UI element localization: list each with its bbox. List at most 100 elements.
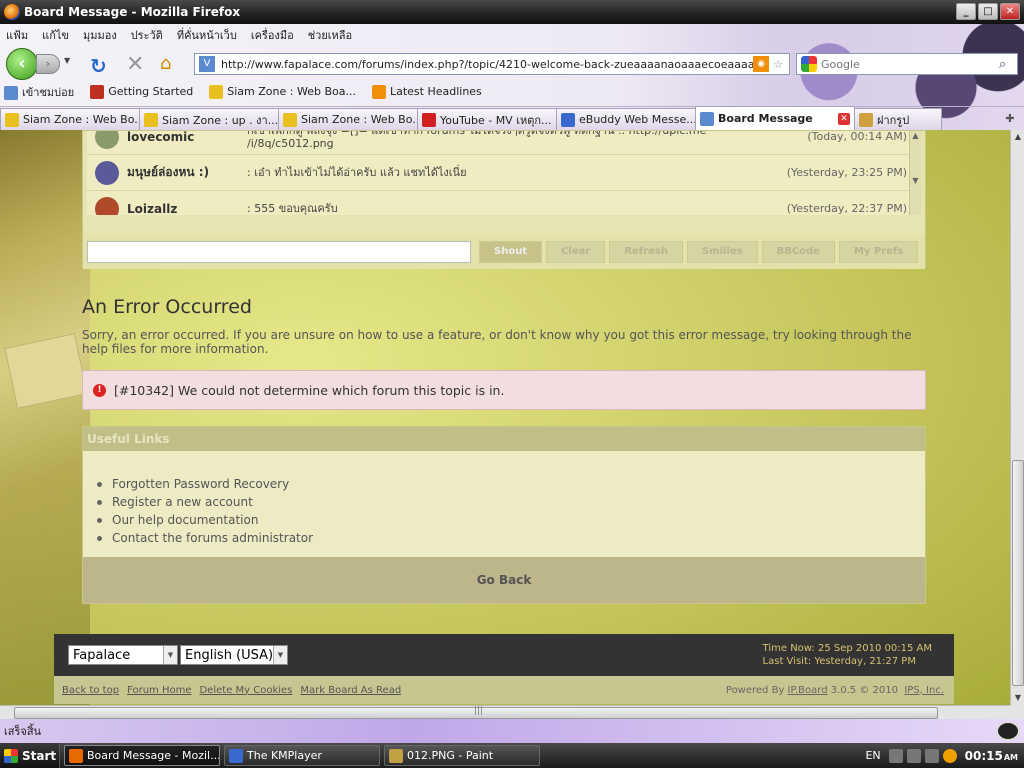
delete-cookies-link[interactable]: Delete My Cookies	[199, 685, 292, 696]
language-select[interactable]: English (USA) ▼	[180, 645, 288, 665]
mark-board-read-link[interactable]: Mark Board As Read	[300, 685, 401, 696]
clock-ampm: AM	[1003, 752, 1018, 762]
tab-favicon-icon	[859, 112, 873, 127]
shoutbox-scrollbar[interactable]: ▲ ▼	[909, 131, 921, 215]
close-tab-icon[interactable]: ✕	[838, 112, 850, 125]
taskbar-task-2[interactable]: 012.PNG - Paint	[384, 745, 540, 766]
smilies-button[interactable]: Smilies	[686, 241, 758, 263]
bookmark-most-visited[interactable]: เข้าชมบ่อย	[4, 83, 74, 101]
status-addon-icon[interactable]	[996, 721, 1020, 741]
tab-1[interactable]: Siam Zone : up . งา...	[139, 108, 279, 130]
shout-input[interactable]	[87, 241, 471, 263]
shout-author[interactable]: Loizallz	[127, 202, 247, 216]
ips-link[interactable]: IPS, Inc.	[904, 685, 944, 696]
link-register-account[interactable]: Register a new account	[97, 493, 925, 511]
scroll-up-icon[interactable]: ▲	[1011, 130, 1024, 144]
taskbar-task-1[interactable]: The KMPlayer	[224, 745, 380, 766]
go-back-button[interactable]: Go Back	[83, 557, 925, 603]
shout-author[interactable]: มนุษย์ล่องหน :)	[127, 163, 247, 182]
search-bar[interactable]: ⌕	[796, 53, 1018, 75]
site-favicon-icon: V	[199, 56, 215, 72]
taskbar: Start Board Message - Mozil... The KMPlay…	[0, 743, 1024, 768]
browser-chrome: แฟ้ม แก้ไข มุมมอง ประวัติ ที่คั่นหน้าเว็…	[0, 24, 1024, 130]
tray-icons	[888, 748, 957, 763]
skin-select[interactable]: Fapalace ▼	[68, 645, 178, 665]
task-app-icon	[389, 748, 403, 763]
url-text[interactable]: http://www.fapalace.com/forums/index.php…	[221, 58, 753, 71]
history-dropdown-icon[interactable]: ▼	[64, 56, 70, 65]
powered-by: Powered By IP.Board 3.0.5 © 2010 IPS, In…	[726, 685, 944, 696]
clock: 00:15AM	[965, 749, 1018, 763]
scroll-down-icon[interactable]: ▼	[1011, 691, 1024, 705]
refresh-button[interactable]: Refresh	[609, 241, 683, 263]
google-engine-icon[interactable]	[801, 56, 817, 72]
clear-button[interactable]: Clear	[546, 241, 606, 263]
ipboard-link[interactable]: IP.Board	[788, 685, 828, 696]
bookmark-latest-headlines[interactable]: Latest Headlines	[371, 85, 482, 99]
my-prefs-button[interactable]: My Prefs	[839, 241, 919, 263]
user-avatar[interactable]	[95, 131, 119, 149]
menu-view[interactable]: มุมมอง	[83, 26, 117, 44]
firefox-icon	[4, 4, 20, 20]
link-help-documentation[interactable]: Our help documentation	[97, 511, 925, 529]
forum-home-link[interactable]: Forum Home	[127, 685, 191, 696]
url-bar[interactable]: V http://www.fapalace.com/forums/index.p…	[194, 53, 790, 75]
tab-favicon-icon	[144, 112, 158, 127]
close-window-button[interactable]: ✕	[1000, 3, 1020, 20]
error-title: An Error Occurred	[82, 296, 252, 318]
shout-time: (Yesterday, 23:25 PM)	[786, 166, 907, 179]
time-info: Time Now: 25 Sep 2010 00:15 AM Last Visi…	[763, 642, 932, 668]
maximize-button[interactable]: □	[978, 3, 998, 20]
home-icon[interactable]: ⌂	[160, 53, 171, 74]
tab-6[interactable]: ฝากรูป	[854, 108, 942, 130]
display-icon[interactable]	[906, 748, 921, 763]
language-indicator[interactable]: EN	[865, 749, 880, 762]
menu-help[interactable]: ช่วยเหลือ	[308, 26, 352, 44]
search-input[interactable]	[821, 57, 999, 71]
vertical-scrollbar[interactable]: ▲ ▼	[1010, 130, 1024, 705]
bbcode-button[interactable]: BBCode	[761, 241, 835, 263]
back-button[interactable]: ‹	[6, 48, 38, 80]
bookmark-getting-started[interactable]: Getting Started	[90, 85, 193, 99]
menu-tools[interactable]: เครื่องมือ	[251, 26, 294, 44]
menu-file[interactable]: แฟ้ม	[6, 26, 28, 44]
list-all-tabs-icon[interactable]: ✚	[996, 108, 1024, 130]
bookmark-siam-zone[interactable]: Siam Zone : Web Boa...	[209, 85, 356, 99]
language-select-value: English (USA)	[185, 647, 274, 663]
shout-list: lovecomicกเขาเพกกตู้ พลงจุง =[]= แต่เข้า…	[87, 131, 921, 215]
reload-icon[interactable]: ↻	[90, 54, 107, 78]
tab-favicon-icon	[283, 112, 297, 127]
link-forgotten-password[interactable]: Forgotten Password Recovery	[97, 475, 925, 493]
tab-0[interactable]: Siam Zone : Web Bo...	[0, 108, 140, 130]
start-button[interactable]: Start	[0, 743, 60, 768]
tab-5[interactable]: Board Message ✕	[695, 106, 855, 130]
menu-history[interactable]: ประวัติ	[131, 26, 163, 44]
menu-bookmarks[interactable]: ที่คั่นหน้าเว็บ	[177, 26, 237, 44]
stop-icon[interactable]: ✕	[126, 52, 144, 77]
app-tray-icon[interactable]	[942, 748, 957, 763]
tab-2[interactable]: Siam Zone : Web Bo...	[278, 108, 418, 130]
network-icon[interactable]	[888, 748, 903, 763]
user-avatar[interactable]	[95, 160, 119, 185]
search-icon[interactable]: ⌕	[999, 57, 1017, 72]
chevron-down-icon: ▼	[163, 646, 177, 664]
skin-select-value: Fapalace	[73, 647, 131, 663]
horizontal-scrollbar[interactable]: |||	[0, 705, 1010, 719]
menu-edit[interactable]: แก้ไข	[42, 26, 69, 44]
vertical-scroll-thumb[interactable]	[1012, 460, 1024, 686]
tab-4[interactable]: eBuddy Web Messe...	[556, 108, 696, 130]
tab-label: ฝากรูป	[877, 113, 910, 127]
rss-feed-icon[interactable]: ◉	[753, 56, 770, 72]
link-contact-admin[interactable]: Contact the forums administrator	[97, 529, 925, 547]
forward-button[interactable]: ›	[36, 54, 60, 74]
volume-icon[interactable]	[924, 748, 939, 763]
minimize-button[interactable]: _	[956, 3, 976, 20]
taskbar-task-0[interactable]: Board Message - Mozil...	[64, 745, 220, 766]
user-avatar[interactable]	[95, 196, 119, 215]
shout-button[interactable]: Shout	[479, 241, 543, 263]
back-to-top-link[interactable]: Back to top	[62, 685, 119, 696]
bookmark-star-icon[interactable]: ☆	[773, 58, 783, 71]
tab-3[interactable]: YouTube - MV เหตุก...	[417, 108, 557, 130]
forward-arrow-icon: ›	[45, 57, 51, 70]
shout-author[interactable]: lovecomic	[127, 131, 247, 144]
